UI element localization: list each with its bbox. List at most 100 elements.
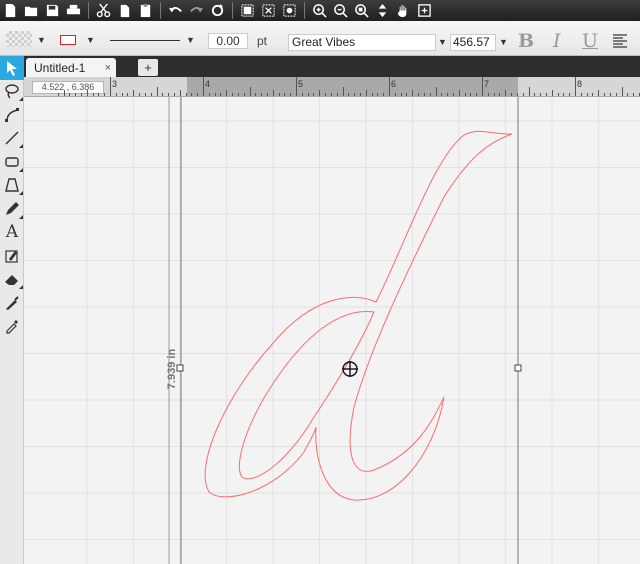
ruler-tick	[197, 93, 199, 96]
add-tab-button[interactable]: +	[138, 59, 158, 76]
ruler-label: 4	[205, 79, 211, 89]
lasso-tool-icon[interactable]	[0, 80, 24, 104]
stroke-dropdown-icon[interactable]: ▼	[86, 35, 95, 45]
save-icon[interactable]	[43, 1, 62, 20]
ruler-tick	[470, 93, 472, 96]
undo-icon[interactable]	[166, 1, 185, 20]
line-tool-icon[interactable]	[0, 127, 24, 151]
ruler-tick	[261, 93, 263, 96]
ruler-tick	[301, 93, 303, 96]
font-dropdown-icon[interactable]: ▼	[438, 37, 447, 47]
rectangle-tool-icon[interactable]	[0, 150, 24, 174]
drawing-canvas[interactable]: 7.939 in	[24, 97, 640, 564]
align-left-icon[interactable]	[612, 33, 628, 52]
ruler-tick	[92, 93, 94, 96]
print-icon[interactable]	[64, 1, 83, 20]
fill-swatch[interactable]	[6, 31, 32, 47]
ruler-tick	[144, 93, 146, 96]
line-style-preview[interactable]	[110, 40, 180, 41]
toolbar-divider	[232, 2, 233, 19]
ruler-tick	[406, 93, 408, 96]
ruler-tick	[80, 93, 82, 96]
grid	[24, 97, 640, 564]
ruler-tick	[359, 93, 361, 96]
ruler-tick	[389, 77, 390, 96]
ruler-tick	[69, 93, 71, 96]
fit-page-icon[interactable]	[415, 1, 434, 20]
ruler-tick	[545, 93, 547, 96]
paste-icon[interactable]	[136, 1, 155, 20]
ruler-label: 5	[298, 79, 304, 89]
italic-button[interactable]: I	[553, 30, 561, 52]
font-size-field[interactable]: 456.57	[450, 34, 496, 51]
ruler-tick	[150, 93, 152, 96]
fill-dropdown-icon[interactable]: ▼	[37, 35, 46, 45]
move-icon[interactable]	[373, 1, 392, 20]
glyph-d-outline[interactable]	[204, 130, 513, 501]
knife-tool-icon[interactable]	[0, 291, 24, 315]
close-tab-icon[interactable]: ×	[105, 62, 111, 74]
ruler-tick	[75, 93, 77, 96]
select-all-icon[interactable]	[280, 1, 299, 20]
ungroup-icon[interactable]	[259, 1, 278, 20]
stroke-swatch[interactable]	[60, 35, 76, 45]
ruler-tick	[284, 93, 286, 96]
zoom-out-icon[interactable]	[331, 1, 350, 20]
font-name-field[interactable]: Great Vibes	[288, 34, 436, 51]
tab-untitled-1[interactable]: Untitled-1 ×	[26, 58, 116, 77]
rotation-center-icon[interactable]	[342, 361, 358, 377]
ruler-tick	[534, 93, 536, 96]
ruler-tick	[563, 93, 565, 96]
pencil-tool-icon[interactable]	[0, 197, 24, 221]
polygon-tool-icon[interactable]	[0, 174, 24, 198]
ruler-tick	[63, 90, 65, 96]
group-icon[interactable]	[238, 1, 257, 20]
eraser-tool-icon[interactable]	[0, 268, 24, 292]
selection-range-highlight	[187, 77, 518, 96]
text-frame-tool-icon[interactable]	[0, 244, 24, 268]
ruler-tick	[208, 93, 210, 96]
ruler-tick	[551, 90, 553, 96]
ruler-tick	[365, 90, 367, 96]
zoom-fit-icon[interactable]	[352, 1, 371, 20]
new-file-icon[interactable]	[1, 1, 20, 20]
cut-icon[interactable]	[94, 1, 113, 20]
redo-icon[interactable]	[187, 1, 206, 20]
select-tool-icon[interactable]	[0, 56, 24, 80]
ruler-tick	[575, 77, 576, 96]
ruler-tick	[162, 93, 164, 96]
ruler-tick	[243, 93, 245, 96]
ruler-tick	[255, 93, 257, 96]
resize-handle-right[interactable]	[514, 364, 522, 372]
ruler-tick	[447, 93, 449, 96]
ruler-tick	[383, 93, 385, 96]
ruler-tick	[592, 93, 594, 96]
pan-hand-icon[interactable]	[394, 1, 413, 20]
eyedropper-tool-icon[interactable]	[0, 315, 24, 339]
ruler-tick	[493, 93, 495, 96]
ruler-tick	[371, 93, 373, 96]
ruler-tick	[458, 90, 460, 96]
line-style-dropdown-icon[interactable]: ▼	[186, 35, 195, 45]
ruler-tick	[400, 93, 402, 96]
underline-button[interactable]: U	[582, 30, 598, 52]
toolbar-divider	[304, 2, 305, 19]
bold-button[interactable]: B	[518, 30, 534, 52]
stroke-width-field[interactable]	[208, 33, 248, 49]
copy-icon[interactable]	[115, 1, 134, 20]
ruler-tick	[214, 93, 216, 96]
node-edit-tool-icon[interactable]	[0, 103, 24, 127]
zoom-in-icon[interactable]	[310, 1, 329, 20]
ruler-tick	[179, 90, 181, 96]
refresh-icon[interactable]	[208, 1, 227, 20]
main-toolbar	[0, 0, 640, 21]
horizontal-ruler: 4.522 , 6.386 345678	[24, 77, 640, 97]
ruler-tick	[296, 77, 297, 96]
text-tool-icon[interactable]: A	[0, 221, 24, 245]
font-size-dropdown-icon[interactable]: ▼	[499, 37, 508, 47]
ruler-tick	[377, 93, 379, 96]
canvas-svg: 7.939 in	[24, 97, 640, 564]
ruler-tick	[133, 90, 135, 96]
ruler-tick	[418, 93, 420, 96]
open-folder-icon[interactable]	[22, 1, 41, 20]
